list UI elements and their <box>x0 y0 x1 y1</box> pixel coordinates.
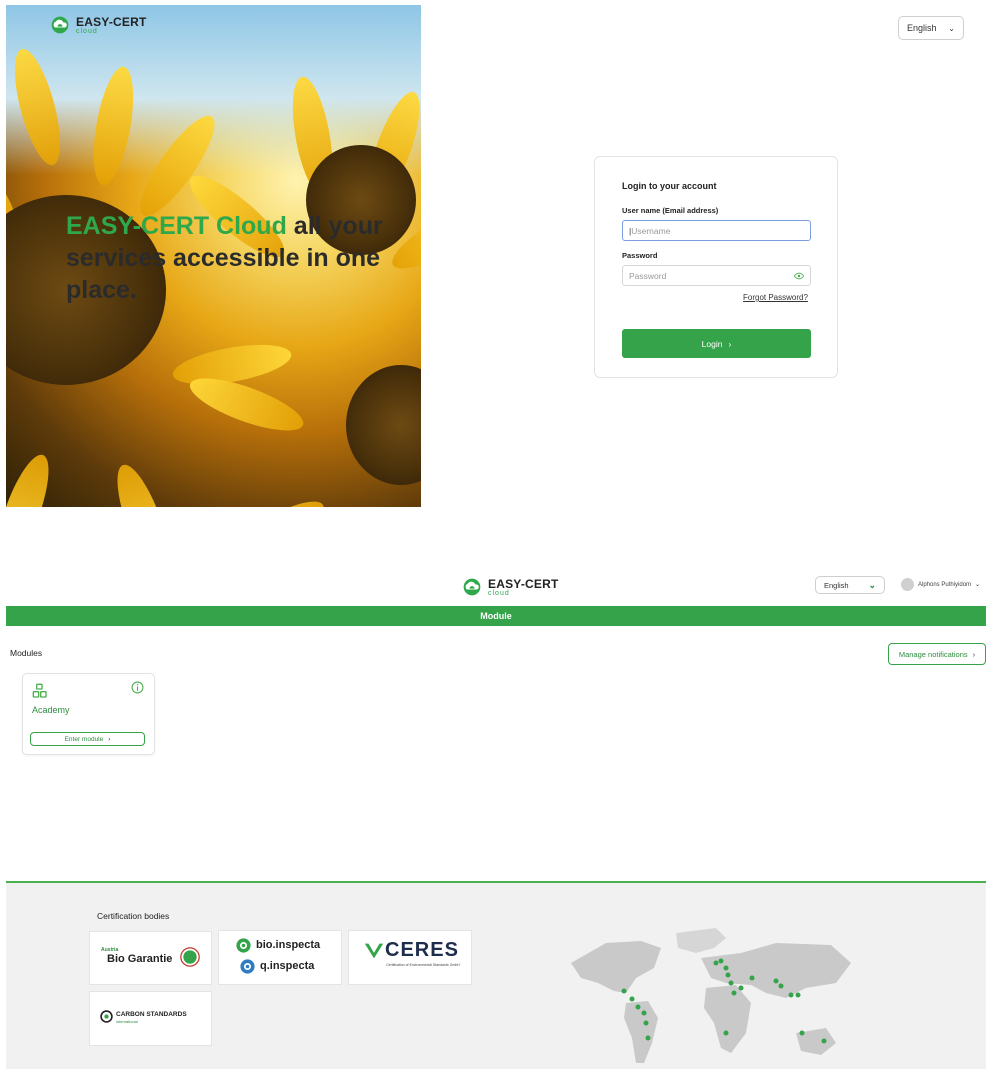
bio-inspecta-logo[interactable]: bio.inspecta q.inspecta <box>218 930 342 985</box>
petal <box>107 459 181 507</box>
q-inspecta-text: q.inspecta <box>260 960 315 972</box>
modules-heading: Modules <box>10 648 43 658</box>
login-card: Login to your account User name (Email a… <box>594 156 838 378</box>
swirl-icon <box>236 938 251 953</box>
module-name: Academy <box>32 705 70 715</box>
password-label: Password <box>622 251 658 260</box>
manage-notifications-label: Manage notifications <box>898 649 968 659</box>
username-input[interactable]: | Username <box>622 220 811 241</box>
chevron-down-icon: ⌄ <box>975 582 981 588</box>
avatar <box>901 578 914 591</box>
ceres-name: CERES <box>385 939 459 961</box>
bio-inspecta-text: bio.inspecta <box>256 939 321 951</box>
chevron-down-icon: ⌄ <box>948 23 955 33</box>
carbon-standards-logo[interactable]: CARBON STANDARDS international <box>89 991 212 1046</box>
carbon-standards-name: CARBON STANDARDS <box>116 1011 187 1018</box>
info-icon[interactable] <box>131 681 144 694</box>
chevron-right-icon: › <box>108 735 111 743</box>
modules-grid-icon <box>32 683 47 698</box>
language-value: English <box>824 580 849 590</box>
hero-image: EASY-CERT cloud EASY-CERT Cloud all your… <box>6 5 421 507</box>
bio-garantie-logo[interactable]: Austria Bio Garantie <box>89 931 212 985</box>
easy-cert-cloud-logo-icon <box>51 16 69 34</box>
username-placeholder: Username <box>631 225 671 236</box>
module-bar: Module <box>6 606 986 626</box>
chevron-down-icon: ⌄ <box>868 579 876 590</box>
petal <box>210 490 332 507</box>
easy-cert-cloud-logo-icon <box>463 578 481 596</box>
certification-bodies-title: Certification bodies <box>97 911 170 921</box>
flower-center <box>346 365 421 485</box>
password-placeholder: Password <box>629 270 667 281</box>
world-map <box>571 928 851 1063</box>
enter-module-button[interactable]: Enter module › <box>30 732 145 746</box>
language-select[interactable]: English ⌄ <box>898 16 964 40</box>
footer: Certification bodies Austria Bio Garanti… <box>6 881 986 1069</box>
language-value: English <box>907 23 937 33</box>
module-bar-title: Module <box>480 611 512 621</box>
chevron-right-icon: › <box>728 338 732 349</box>
ceres-logo[interactable]: CERES Certification of Environmental Sta… <box>348 930 472 985</box>
login-button-label: Login <box>701 338 723 349</box>
username-label: User name (Email address) <box>622 206 719 215</box>
brand-name: EASY-CERT <box>488 576 559 591</box>
carbon-standards-sub: international <box>116 1019 138 1024</box>
manage-notifications-button[interactable]: Manage notifications › <box>888 643 986 665</box>
password-input[interactable]: Password <box>622 265 811 286</box>
dashboard-brand-logo: EASY-CERT cloud <box>462 577 558 597</box>
brand-sub: cloud <box>76 27 98 35</box>
module-card-academy: Academy Enter module › <box>22 673 155 755</box>
login-button[interactable]: Login › <box>622 329 811 358</box>
brand-logo: EASY-CERT cloud <box>50 15 146 35</box>
ceres-subtitle: Certification of Environmental Standards… <box>386 963 460 967</box>
brand-sub: cloud <box>488 589 510 597</box>
petal <box>6 449 59 507</box>
bio-garantie-name: Bio Garantie <box>107 953 173 965</box>
eye-icon[interactable] <box>794 271 804 281</box>
forgot-password-link[interactable]: Forgot Password? <box>743 293 808 302</box>
enter-module-label: Enter module <box>64 735 104 743</box>
brand-name: EASY-CERT <box>76 14 147 29</box>
hero-tagline: EASY-CERT Cloud all your services access… <box>66 210 396 306</box>
chevron-right-icon: › <box>972 649 976 659</box>
swirl-icon <box>240 959 255 974</box>
ceres-leaf-icon <box>364 943 384 959</box>
user-name: Alphons Puthiyidom <box>918 581 972 588</box>
user-menu[interactable]: Alphons Puthiyidom ⌄ <box>901 578 980 591</box>
dashboard-language-select[interactable]: English ⌄ <box>815 576 885 594</box>
carbon-c-icon <box>100 1010 113 1023</box>
hero-accent: EASY-CERT Cloud <box>66 212 287 240</box>
login-title: Login to your account <box>622 181 717 191</box>
leaf-badge-icon <box>180 947 200 967</box>
